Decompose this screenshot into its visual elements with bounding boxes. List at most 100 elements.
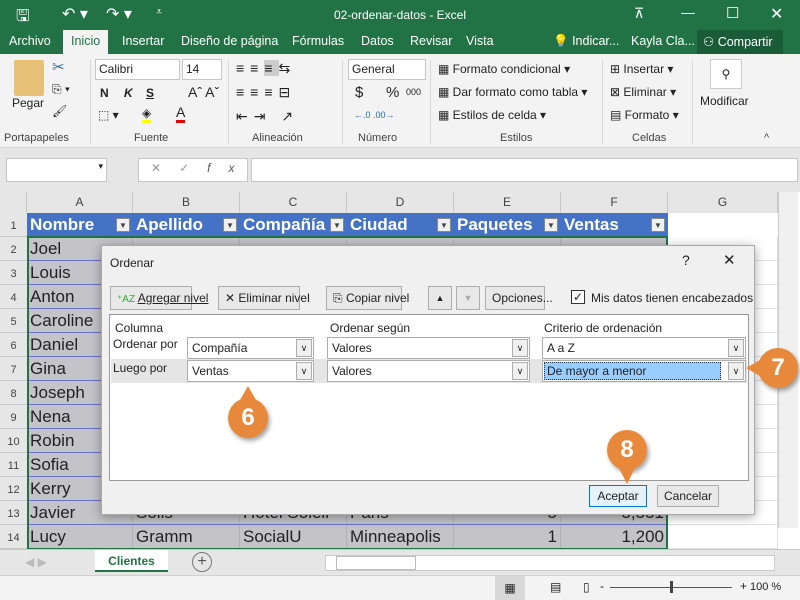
maximize-icon[interactable]: ☐ — [726, 4, 739, 22]
percent-button[interactable]: % — [386, 84, 399, 101]
currency-button[interactable]: $ — [355, 84, 363, 101]
chevron-down-icon[interactable]: ∨ — [296, 362, 312, 380]
options-button[interactable]: Opciones... — [485, 286, 553, 310]
paste-icon[interactable] — [14, 60, 44, 96]
underline-button[interactable]: S — [146, 86, 154, 100]
help-button[interactable]: ? — [682, 252, 690, 268]
row-header[interactable]: 1 — [0, 213, 27, 237]
ribbon-display-icon[interactable]: ⊼ — [634, 5, 644, 22]
filter-dropdown-icon[interactable]: ▼ — [651, 218, 665, 232]
copy-icon[interactable]: ⎘ ▾ — [52, 82, 70, 97]
row-header[interactable]: 13 — [0, 501, 27, 525]
format-painter-icon[interactable]: 🖌 — [52, 104, 67, 118]
filter-dropdown-icon[interactable]: ▼ — [223, 218, 237, 232]
horizontal-scrollbar[interactable] — [325, 555, 775, 571]
number-format-select[interactable]: General — [348, 59, 426, 80]
column-header[interactable]: F — [561, 192, 668, 213]
cut-icon[interactable]: ✂ — [52, 58, 65, 76]
user-name[interactable]: Kayla Cla... — [631, 34, 695, 48]
save-icon[interactable]: 🖫 — [16, 5, 30, 32]
tab-archivo[interactable]: Archivo — [9, 34, 51, 48]
add-sheet-icon[interactable]: + — [192, 552, 212, 572]
row-header[interactable]: 7 — [0, 357, 27, 381]
row-header[interactable]: 9 — [0, 405, 27, 429]
move-up-button[interactable]: ▲ — [428, 286, 452, 310]
horizontal-align-icons[interactable]: ≡≡≡⊟ — [236, 84, 296, 101]
empty-cell[interactable] — [668, 525, 778, 549]
cancel-icon[interactable]: ✕ — [151, 161, 179, 175]
table-cell[interactable]: Lucy — [27, 525, 133, 549]
tab-datos[interactable]: Datos — [361, 34, 394, 48]
normal-view-icon[interactable]: ▦ — [495, 576, 525, 600]
format-cells-button[interactable]: ▤ Formato ▾ — [610, 108, 679, 122]
order-select-2[interactable]: De mayor a menor ∨ — [542, 360, 746, 382]
table-cell[interactable]: SocialU — [240, 525, 347, 549]
delete-level-button[interactable]: ✕ Eliminar nivel — [218, 286, 310, 310]
tab-vista[interactable]: Vista — [466, 34, 494, 48]
ok-button[interactable]: Aceptar — [589, 485, 647, 507]
paste-button[interactable]: Pegar — [12, 96, 44, 110]
table-header-cell[interactable]: Compañía ▼ — [240, 213, 347, 237]
row-header[interactable]: 10 — [0, 429, 27, 453]
select-all-corner[interactable] — [0, 192, 27, 213]
table-header-cell[interactable]: Nombre ▼ — [27, 213, 133, 237]
zoom-slider[interactable] — [610, 581, 732, 593]
filter-dropdown-icon[interactable]: ▼ — [544, 218, 558, 232]
borders-icon[interactable]: ⬚ ▾ — [98, 108, 119, 122]
table-header-cell[interactable]: Apellido ▼ — [133, 213, 240, 237]
tab-formulas[interactable]: Fórmulas — [292, 34, 344, 48]
close-icon[interactable]: ✕ — [770, 4, 783, 24]
row-header[interactable]: 4 — [0, 285, 27, 309]
table-header-cell[interactable]: Paquetes ▼ — [454, 213, 561, 237]
bold-button[interactable]: N — [100, 86, 109, 100]
cancel-button[interactable]: Cancelar — [657, 485, 719, 507]
zoom-out-icon[interactable]: - — [600, 579, 604, 593]
copy-level-button[interactable]: ⎘ Copiar nivel — [326, 286, 409, 310]
vertical-align-icons[interactable]: ≡≡≡⇆ — [236, 60, 296, 77]
sheet-nav-icons[interactable]: ◀ ▶ — [25, 555, 47, 569]
table-cell[interactable]: Minneapolis — [347, 525, 454, 549]
fill-color-icon[interactable]: ◈ — [142, 106, 152, 123]
sort-on-select-1[interactable]: Valores ∨ — [327, 337, 530, 359]
page-break-icon[interactable]: ▯ — [583, 580, 590, 594]
row-header[interactable]: 14 — [0, 525, 27, 549]
dialog-close-button[interactable]: ✕ — [723, 251, 736, 269]
enter-icon[interactable]: ✓ — [179, 161, 207, 175]
page-layout-icon[interactable]: ▤ — [550, 580, 561, 594]
column-header[interactable]: A — [27, 192, 133, 213]
column-header[interactable]: E — [454, 192, 561, 213]
cell-styles-button[interactable]: ▦ Estilos de celda ▾ — [438, 108, 546, 122]
row-header[interactable]: 6 — [0, 333, 27, 357]
headers-checkbox-label[interactable]: Mis datos tienen encabezados — [591, 291, 753, 305]
row-header[interactable]: 8 — [0, 381, 27, 405]
customize-qat-icon[interactable]: ⩡ — [156, 6, 162, 19]
column-header[interactable]: G — [668, 192, 778, 213]
table-header-cell[interactable]: Ciudad ▼ — [347, 213, 454, 237]
filter-dropdown-icon[interactable]: ▼ — [116, 218, 130, 232]
column-select-1[interactable]: Compañía ∨ — [187, 337, 314, 359]
indent-icons[interactable]: ⇤⇥ ↗ — [236, 108, 299, 125]
tab-inicio[interactable]: Inicio — [63, 30, 109, 54]
row-header[interactable]: 5 — [0, 309, 27, 333]
table-cell[interactable]: 1 — [454, 525, 561, 549]
table-cell[interactable]: Gramm — [133, 525, 240, 549]
order-select-1[interactable]: A a Z ∨ — [542, 337, 746, 359]
zoom-level[interactable]: 100 % — [750, 581, 781, 593]
row-header[interactable]: 12 — [0, 477, 27, 501]
insert-cells-button[interactable]: ⊞ Insertar ▾ — [610, 62, 673, 76]
conditional-format-button[interactable]: ▦ Formato condicional ▾ — [438, 62, 570, 76]
chevron-down-icon[interactable]: ∨ — [512, 362, 528, 380]
redo-icon[interactable]: ↷ ▾ — [106, 4, 132, 24]
row-header[interactable]: 3 — [0, 261, 27, 285]
sheet-tab-clientes[interactable]: Clientes — [95, 550, 168, 572]
zoom-slider-thumb[interactable] — [670, 581, 673, 593]
minimize-icon[interactable]: — — [681, 4, 695, 20]
column-header[interactable]: D — [347, 192, 454, 213]
collapse-ribbon-icon[interactable]: ^ — [764, 132, 769, 144]
formula-input[interactable] — [251, 158, 798, 182]
undo-icon[interactable]: ↶ ▾ — [62, 4, 88, 24]
column-select-2[interactable]: Ventas ∨ — [187, 360, 314, 382]
tab-diseno[interactable]: Diseño de página — [181, 34, 278, 48]
move-down-button[interactable]: ▼ — [456, 286, 480, 310]
thousands-button[interactable]: 000 — [406, 87, 421, 97]
